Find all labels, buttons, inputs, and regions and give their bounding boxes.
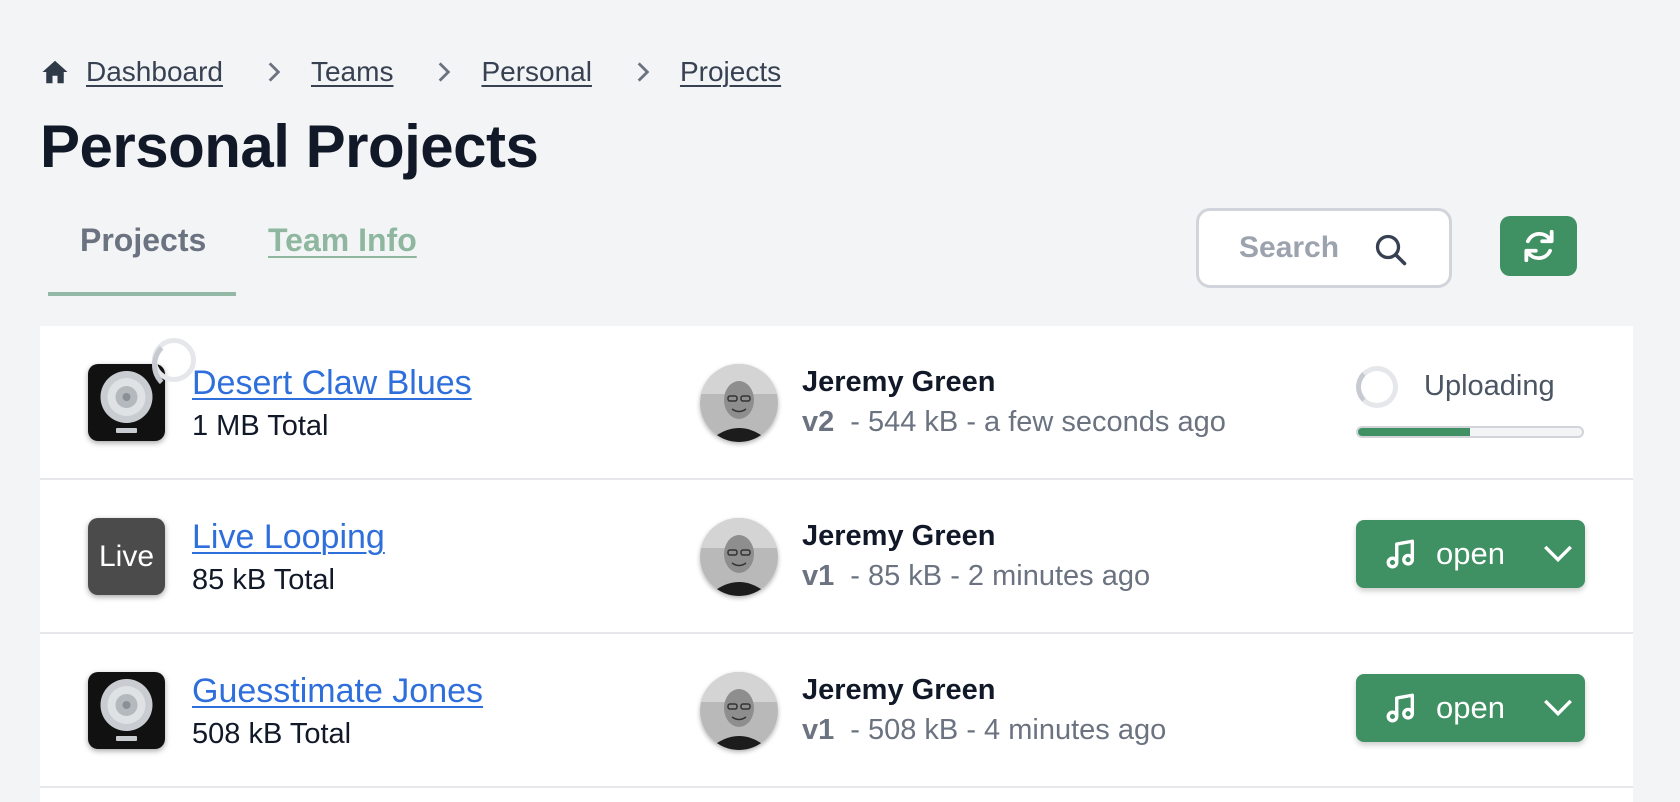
sync-spinner-icon <box>152 338 196 392</box>
version-info: v1 - 508 kB - 4 minutes ago <box>802 714 1166 747</box>
open-button-label: open <box>1436 536 1505 571</box>
breadcrumb-dashboard[interactable]: Dashboard <box>86 56 223 88</box>
upload-status-label: Uploading <box>1424 370 1555 402</box>
version-label: v1 <box>802 560 835 592</box>
tab-team-info[interactable]: Team Info <box>236 210 449 296</box>
open-project-button[interactable]: open <box>1356 520 1585 588</box>
author-name: Jeremy Green <box>802 520 996 552</box>
chevron-right-icon <box>628 57 658 87</box>
project-list: Desert Claw Blues 1 MB Total Jeremy Gree… <box>40 326 1633 802</box>
version-label: v2 <box>802 406 835 438</box>
breadcrumb-personal[interactable]: Personal <box>481 56 592 88</box>
author-name: Jeremy Green <box>802 674 996 706</box>
music-note-icon <box>1386 539 1415 569</box>
upload-progress-fill <box>1358 428 1470 436</box>
chevron-down-icon[interactable] <box>1539 691 1577 725</box>
breadcrumb-teams[interactable]: Teams <box>311 56 393 88</box>
search-box <box>1196 208 1452 288</box>
version-details: - 544 kB - a few seconds ago <box>850 406 1226 438</box>
project-size: 508 kB Total <box>192 718 352 750</box>
project-name-link[interactable]: Live Looping <box>192 518 385 557</box>
tab-projects[interactable]: Projects <box>48 210 236 296</box>
app-icon-text: Live <box>98 539 155 573</box>
avatar <box>700 364 778 442</box>
upload-progress-bar <box>1356 426 1584 438</box>
breadcrumb: Dashboard Teams Personal Projects <box>40 52 781 92</box>
version-details: - 85 kB - 2 minutes ago <box>850 560 1151 592</box>
version-info: v1 - 85 kB - 2 minutes ago <box>802 560 1150 593</box>
avatar <box>700 672 778 750</box>
tab-bar: Projects Team Info <box>48 210 449 296</box>
refresh-icon <box>1523 229 1554 263</box>
project-name-link[interactable]: Desert Claw Blues <box>192 364 472 403</box>
page-title: Personal Projects <box>40 113 539 180</box>
avatar <box>700 518 778 596</box>
list-item: Guesstimate Jones 508 kB Total Jeremy Gr… <box>40 634 1633 788</box>
project-name-link[interactable]: Guesstimate Jones <box>192 672 483 711</box>
music-note-icon <box>1386 693 1415 723</box>
open-button-label: open <box>1436 690 1505 725</box>
loading-spinner-icon <box>1356 366 1398 408</box>
chevron-right-icon <box>259 57 289 87</box>
search-icon[interactable] <box>1373 232 1409 268</box>
author-name: Jeremy Green <box>802 366 996 398</box>
upload-status: Uploading <box>1356 366 1626 446</box>
chevron-right-icon <box>429 57 459 87</box>
version-details: - 508 kB - 4 minutes ago <box>850 714 1167 746</box>
breadcrumb-projects[interactable]: Projects <box>680 56 781 88</box>
chevron-down-icon[interactable] <box>1539 537 1577 571</box>
list-item: Live Live Looping 85 kB Total Jeremy Gre… <box>40 480 1633 634</box>
search-input[interactable] <box>1239 231 1379 265</box>
logic-pro-icon <box>88 672 165 749</box>
version-label: v1 <box>802 714 835 746</box>
home-icon[interactable] <box>40 57 70 87</box>
version-info: v2 - 544 kB - a few seconds ago <box>802 406 1226 439</box>
ableton-live-icon: Live <box>88 518 165 595</box>
refresh-button[interactable] <box>1500 216 1577 276</box>
list-item: Desert Claw Blues 1 MB Total Jeremy Gree… <box>40 326 1633 480</box>
project-size: 1 MB Total <box>192 410 329 442</box>
project-size: 85 kB Total <box>192 564 335 596</box>
open-project-button[interactable]: open <box>1356 674 1585 742</box>
